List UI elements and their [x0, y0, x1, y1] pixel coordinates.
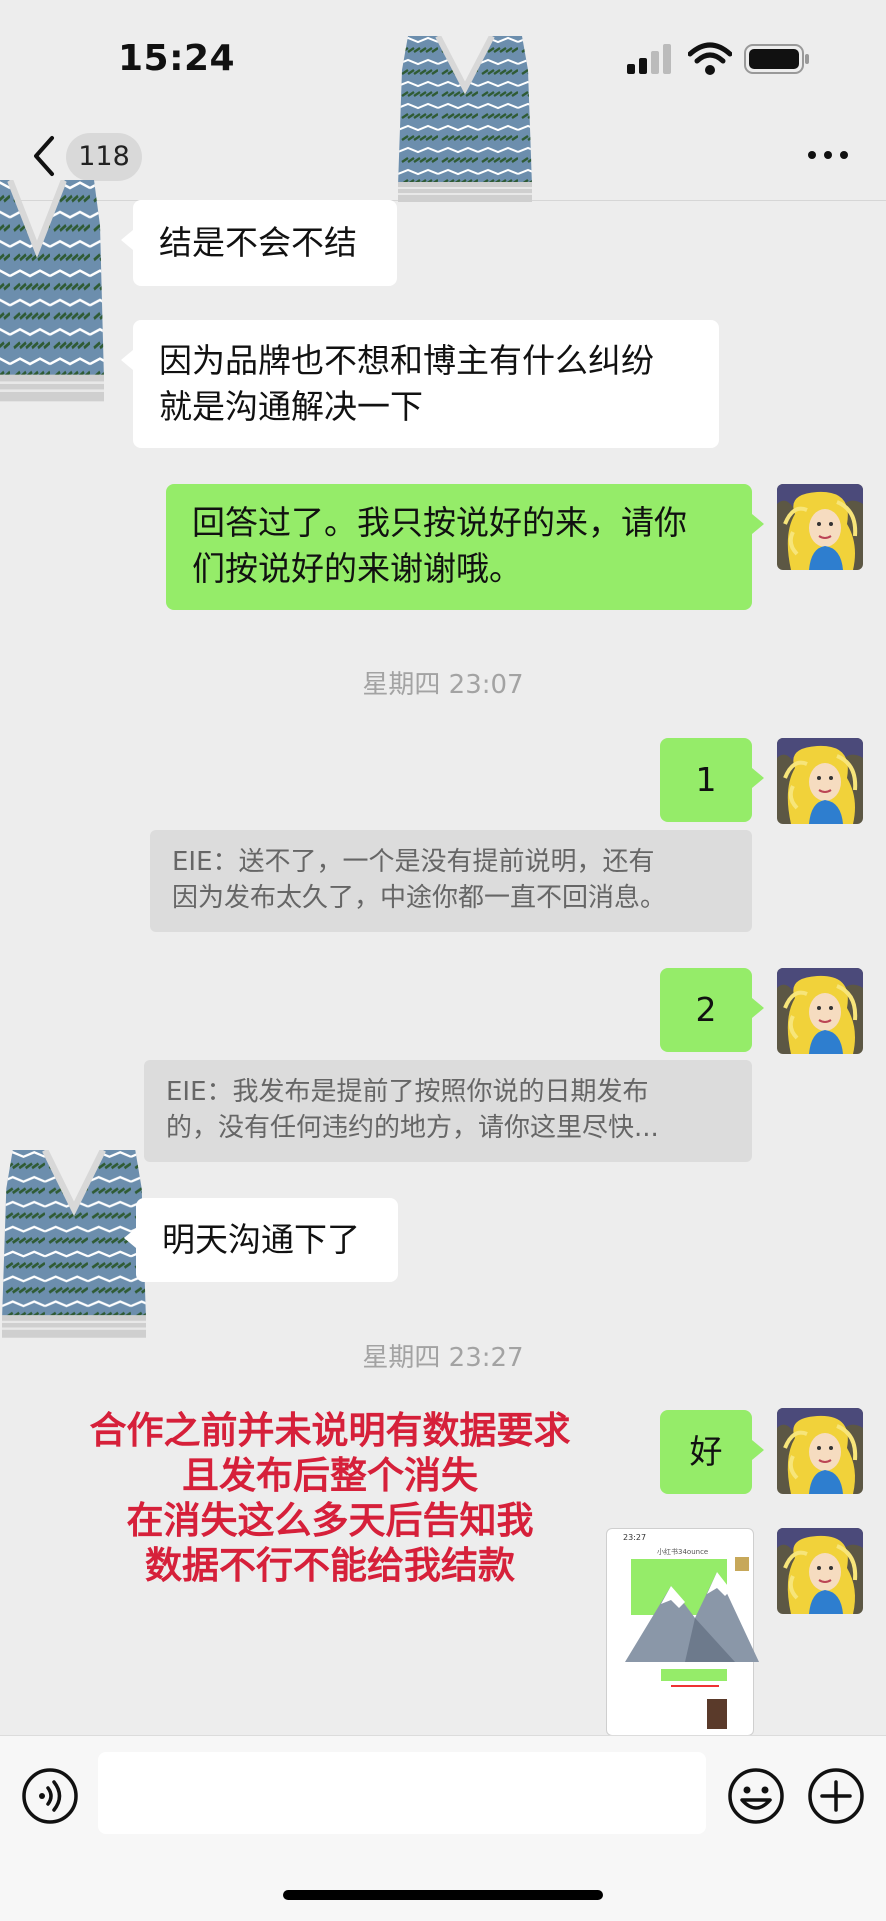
sent-message[interactable]: 1 — [660, 738, 764, 822]
thumb-time: 23:27 — [623, 1533, 647, 1542]
my-avatar[interactable] — [777, 1408, 863, 1494]
sent-message[interactable]: 2 — [660, 968, 764, 1052]
battery-icon — [744, 44, 809, 74]
wifi-icon — [688, 42, 732, 75]
more-options-icon[interactable] — [806, 140, 850, 170]
home-indicator — [283, 1890, 603, 1900]
thumb-photo — [707, 1699, 727, 1729]
my-avatar[interactable] — [777, 1528, 863, 1614]
timestamp: 星期四 23:27 — [362, 1343, 524, 1373]
thumb-bubble — [661, 1669, 727, 1681]
received-message[interactable]: 因为品牌也不想和博主有什么纠纷 就是沟通解决一下 — [121, 320, 719, 448]
cellular-signal-icon — [627, 44, 671, 74]
thumb-title: 小红书34ounce — [657, 1548, 709, 1556]
received-message[interactable]: 明天沟通下了 — [124, 1198, 398, 1282]
my-avatar[interactable] — [777, 968, 863, 1054]
timestamp: 星期四 23:07 — [362, 670, 524, 700]
message-input[interactable] — [98, 1752, 706, 1834]
mountain-sticker-icon — [625, 1572, 759, 1662]
thumb-underline — [671, 1685, 719, 1687]
more-functions-plus-icon[interactable] — [806, 1766, 866, 1826]
emoji-icon[interactable] — [726, 1766, 786, 1826]
received-message[interactable]: 结是不会不结 — [121, 200, 397, 286]
voice-input-icon[interactable] — [20, 1766, 80, 1826]
contact-avatar[interactable] — [0, 180, 104, 404]
annotation-overlay-text: 合作之前并未说明有数据要求 且发布后整个消失 在消失这么多天后告知我 数据不行不… — [89, 1409, 571, 1587]
sent-message[interactable]: 回答过了。我只按说好的来，请你 们按说好的来谢谢哦。 — [166, 484, 764, 610]
my-avatar[interactable] — [777, 484, 863, 570]
unread-count-badge[interactable]: 118 — [66, 133, 142, 181]
quoted-message[interactable]: EIE：我发布是提前了按照你说的日期发布 的，没有任何违约的地方，请你这里尽快.… — [144, 1060, 752, 1162]
sent-message[interactable]: 好 — [660, 1410, 764, 1494]
back-chevron-icon[interactable] — [28, 134, 62, 178]
sticker-vest-icon — [398, 36, 532, 204]
quoted-message[interactable]: EIE：送不了，一个是没有提前说明，还有 因为发布太久了，中途你都一直不回消息。 — [150, 830, 752, 932]
status-time: 15:24 — [118, 38, 236, 79]
my-avatar[interactable] — [777, 738, 863, 824]
